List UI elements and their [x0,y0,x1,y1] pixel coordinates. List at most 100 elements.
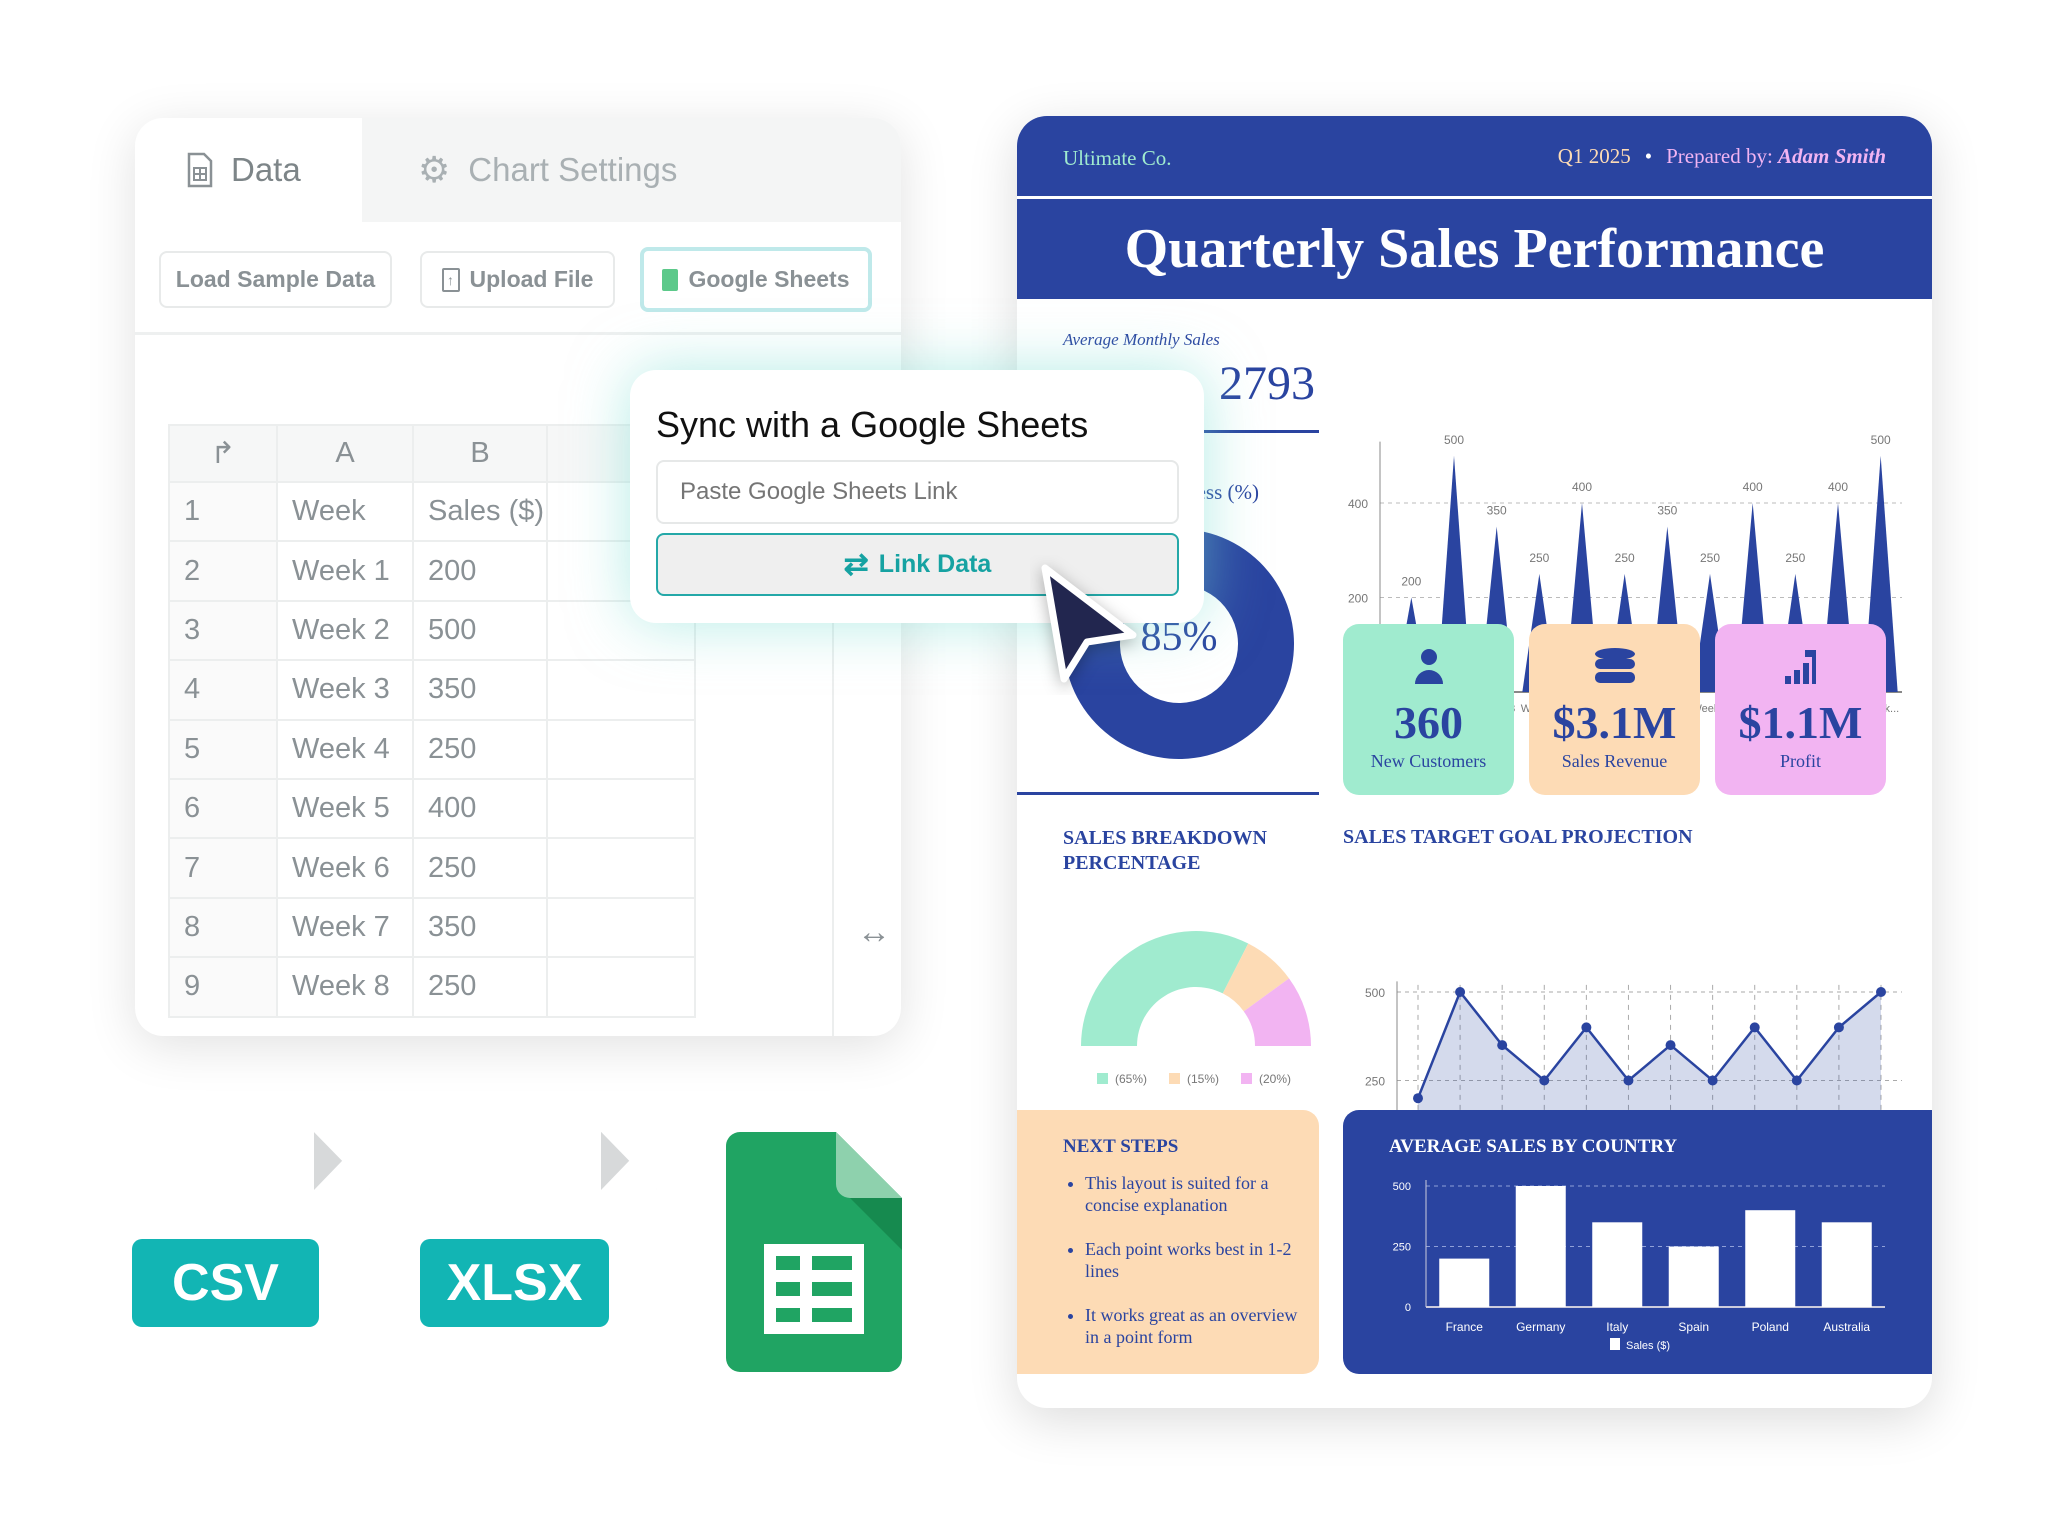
table-cell[interactable] [548,839,696,899]
table-cell[interactable]: Week 3 [278,661,414,721]
table-cell[interactable]: Week 1 [278,542,414,602]
row-number[interactable]: 8 [168,898,278,959]
table-cell[interactable]: Week 2 [278,601,414,662]
cell-text: 350 [428,910,477,943]
column-header-label: A [335,437,355,469]
column-header-label: B [470,437,490,469]
cell-text: Week 8 [292,970,390,1003]
google-sheets-link-input[interactable] [656,460,1179,524]
x-tick-label: Spain [1678,1320,1709,1334]
table-cell[interactable]: Week 7 [278,898,414,959]
cell-text: Week 7 [292,910,390,943]
upload-file-icon: ↑ [441,267,460,292]
row-number[interactable]: 9 [168,958,278,1018]
transpose-icon: ↱ [210,437,236,470]
table-cell[interactable] [548,720,696,780]
row-number[interactable]: 4 [168,661,278,721]
row-number[interactable]: 2 [168,542,278,602]
table-cell[interactable]: Sales ($) [414,483,548,543]
column-header[interactable]: B [414,424,548,483]
cell-text: 250 [428,851,477,884]
tab-chart-settings-label: Chart Settings [468,151,678,188]
legend-label: (15%) [1187,1072,1219,1086]
stat-value: $1.1M [1738,697,1863,748]
resize-handle-icon[interactable]: ↔ [857,913,891,952]
next-step-item: It works great as an overview in a point… [1085,1304,1303,1348]
load-sample-data-button[interactable]: Load Sample Data [159,251,392,308]
legend-label: (65%) [1115,1072,1147,1086]
y-tick-label: 500 [1365,986,1385,1000]
table-cell[interactable] [548,780,696,840]
cell-text: Week 5 [292,792,390,825]
cell-text: 200 [428,554,477,587]
table-cell[interactable]: Week 8 [278,958,414,1018]
data-point [1455,987,1466,997]
tab-data[interactable]: Data [135,118,362,222]
cell-text: Week 3 [292,673,390,706]
table-cell[interactable]: 250 [414,839,548,899]
row-number[interactable]: 7 [168,839,278,899]
table-cell[interactable]: Week [278,483,414,543]
half-donut-segment [1081,931,1249,1046]
stat-value: 360 [1394,697,1463,748]
spreadsheet-file-icon [187,152,213,188]
data-point [1876,987,1886,997]
table-cell[interactable]: 250 [414,720,548,780]
upload-label: Upload File [469,266,594,292]
stat-card: $1.1M Profit [1715,624,1886,795]
google-sheets-button[interactable]: Google Sheets [640,247,872,312]
prepared-name: Adam Smith [1778,144,1886,168]
report-period: Q1 2025 [1557,144,1631,168]
cell-text: 250 [428,732,477,765]
cell-text: Week 4 [292,732,390,765]
table-cell[interactable]: Week 4 [278,720,414,780]
table-cell[interactable]: Week 5 [278,780,414,840]
table-cell[interactable]: 200 [414,542,548,602]
table-cell[interactable] [548,958,696,1018]
table-cell[interactable]: 350 [414,898,548,959]
cell-text: Sales ($) [428,495,545,528]
upload-file-button[interactable]: ↑ Upload File [420,251,615,308]
gear-icon: ⚙ [418,149,451,190]
column-header[interactable]: ↱ [168,424,278,483]
tab-chart-settings[interactable]: ⚙ Chart Settings [418,118,677,222]
table-cell[interactable]: 500 [414,601,548,662]
divider [1017,792,1319,795]
cell-text: Week [292,495,366,528]
user-icon [1414,648,1444,686]
load-sample-label: Load Sample Data [175,266,376,292]
database-icon [1594,648,1636,686]
report-meta: Q1 2025 • Prepared by: Adam Smith [1558,144,1886,169]
google-sheets-small-icon [662,268,679,291]
bar [1439,1258,1490,1307]
breakdown-title-line-2: PERCENTAGE [1063,852,1201,874]
row-number[interactable]: 6 [168,780,278,840]
sales-breakdown-half-donut: (65%) (15%) (20%) [1081,931,1311,1086]
cell-text: 500 [428,613,477,646]
cell-text: 4 [184,673,201,706]
table-cell[interactable]: 350 [414,661,548,721]
data-label: 400 [1743,480,1763,494]
row-number[interactable]: 5 [168,720,278,780]
column-header[interactable]: A [278,424,414,483]
table-cell[interactable]: 400 [414,780,548,840]
stat-label: Profit [1779,751,1821,771]
y-tick-label: 500 [1393,1181,1411,1193]
cell-text: 9 [184,970,201,1003]
table-cell[interactable]: 250 [414,958,548,1018]
row-number[interactable]: 1 [168,483,278,543]
table-cell[interactable] [548,661,696,721]
next-step-item: Each point works best in 1-2 lines [1085,1238,1303,1282]
cell-text: Week 2 [292,613,390,646]
table-cell[interactable]: Week 6 [278,839,414,899]
legend-label: Sales ($) [1626,1340,1670,1352]
data-point [1791,1075,1802,1086]
data-point [1707,1075,1718,1086]
divider [135,332,901,335]
table-cell[interactable] [548,898,696,959]
stat-card: 360 New Customers [1343,624,1514,795]
data-label: 200 [1401,575,1421,589]
legend-swatch [1169,1073,1180,1084]
cell-text: 350 [428,673,477,706]
row-number[interactable]: 3 [168,601,278,662]
